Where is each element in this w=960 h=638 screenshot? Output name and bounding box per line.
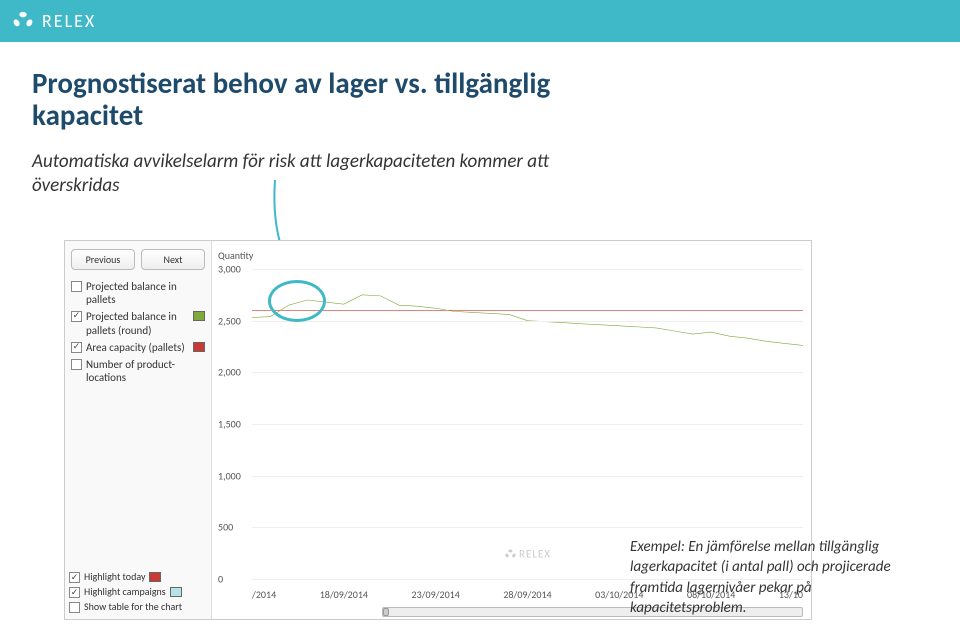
control-label: Highlight campaigns xyxy=(84,585,166,598)
control-row[interactable]: Show table for the chart xyxy=(69,600,207,613)
control-label: Show table for the chart xyxy=(84,600,182,613)
chart-sidebar: Previous Next Projected balance in palle… xyxy=(65,241,211,619)
brand-name: RELEX xyxy=(42,10,96,32)
y-tick: 1,000 xyxy=(218,469,241,482)
y-tick: 0 xyxy=(218,573,223,586)
next-button[interactable]: Next xyxy=(141,249,205,270)
legend-label: Area capacity (pallets) xyxy=(86,341,189,354)
x-tick: 18/09/2014 xyxy=(320,588,368,601)
checkbox[interactable] xyxy=(69,572,80,583)
control-swatch xyxy=(170,587,182,597)
checkbox[interactable] xyxy=(69,587,80,598)
checkbox[interactable] xyxy=(71,311,82,322)
x-tick: 28/09/2014 xyxy=(503,588,551,601)
legend: Projected balance in pallets Projected ba… xyxy=(71,280,205,384)
y-tick: 1,500 xyxy=(218,418,241,431)
legend-label: Projected balance in pallets (round) xyxy=(86,310,189,336)
control-row[interactable]: Highlight campaigns xyxy=(69,585,207,598)
legend-label: Number of product-locations xyxy=(86,358,205,384)
y-axis-title: Quantity xyxy=(218,249,253,262)
y-tick: 500 xyxy=(218,521,233,534)
legend-item[interactable]: Projected balance in pallets (round) xyxy=(71,310,205,336)
chart-scrollbar-thumb[interactable] xyxy=(383,608,389,616)
brand-logo: RELEX xyxy=(12,10,96,32)
y-tick: 2,000 xyxy=(218,366,241,379)
example-caption: Exempel: En jämförelse mellan tillgängli… xyxy=(630,537,930,618)
checkbox[interactable] xyxy=(71,342,82,353)
checkbox[interactable] xyxy=(71,281,82,292)
chart-watermark: RELEX xyxy=(504,548,551,561)
title-block: Prognostiserat behov av lager vs. tillgä… xyxy=(32,68,592,199)
x-tick: 23/09/2014 xyxy=(412,588,460,601)
checkbox[interactable] xyxy=(69,602,80,613)
chart-plot: RELEX 05001,0001,5002,0002,5003,000 xyxy=(252,269,803,579)
legend-swatch xyxy=(193,342,205,352)
control-row[interactable]: Highlight today xyxy=(69,570,207,583)
checkbox[interactable] xyxy=(71,359,82,370)
previous-button[interactable]: Previous xyxy=(71,249,135,270)
y-tick: 2,500 xyxy=(218,314,241,327)
relex-logo-icon xyxy=(12,10,34,32)
page-title: Prognostiserat behov av lager vs. tillgä… xyxy=(32,68,592,132)
y-tick: 3,000 xyxy=(218,263,241,276)
control-label: Highlight today xyxy=(84,570,145,583)
legend-label: Projected balance in pallets xyxy=(86,280,205,306)
app-header: RELEX xyxy=(0,0,960,42)
legend-item[interactable]: Projected balance in pallets xyxy=(71,280,205,306)
page-subtitle: Automatiska avvikelselarm för risk att l… xyxy=(32,150,592,199)
control-swatch xyxy=(149,572,161,582)
legend-item[interactable]: Area capacity (pallets) xyxy=(71,341,205,354)
legend-swatch xyxy=(193,311,205,321)
legend-item[interactable]: Number of product-locations xyxy=(71,358,205,384)
x-tick: /2014 xyxy=(252,588,276,601)
chart-controls: Highlight today Highlight campaigns Show t… xyxy=(69,568,207,615)
